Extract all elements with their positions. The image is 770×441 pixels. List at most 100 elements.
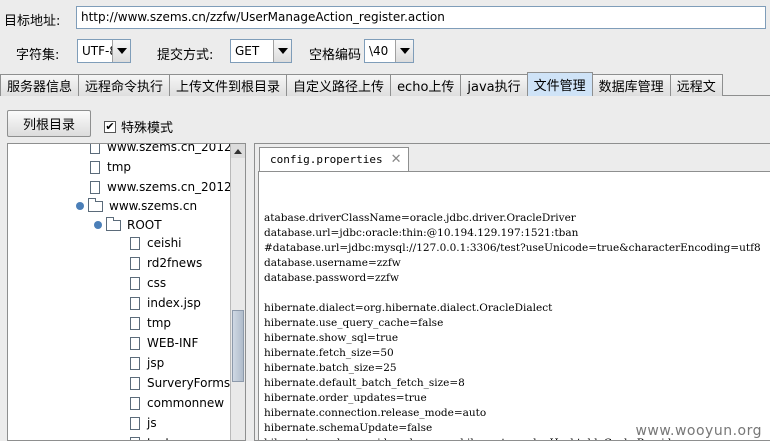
file-icon	[130, 416, 140, 430]
code-line: hibernate.connection.release_mode=auto	[264, 407, 487, 419]
target-url-label: 目标地址:	[4, 14, 61, 29]
file-icon	[90, 180, 100, 194]
tab-remote-command[interactable]: 远程命令执行	[78, 74, 171, 96]
tree-item[interactable]: test	[130, 433, 170, 440]
close-icon[interactable]: ✕	[391, 152, 402, 167]
code-line: database.username=zzfw	[264, 257, 401, 269]
tree-item-label: tmp	[107, 160, 132, 174]
space-encoding-value: \40	[369, 44, 389, 58]
tree-item-label: jsp	[147, 356, 165, 370]
chevron-down-icon[interactable]	[395, 40, 413, 62]
method-select[interactable]: GET	[230, 39, 292, 63]
tree-item[interactable]: js	[130, 413, 157, 433]
file-tree: www.szems.cn_2012 tmp www.szems.cn_20120…	[7, 143, 246, 441]
tree-scroll-thumb[interactable]	[232, 310, 244, 382]
code-line: database.password=zzfw	[264, 272, 399, 284]
editor-panel: config.properties ✕ atabase.driverClassN…	[254, 143, 770, 441]
chevron-down-icon[interactable]	[112, 40, 130, 62]
main-tabs: 服务器信息 远程命令执行 上传文件到根目录 自定义路径上传 echo上传 jav…	[0, 72, 770, 96]
tree-item-label: www.szems.cn_2012	[107, 143, 232, 154]
tree-item-label: www.szems.cn_20120	[107, 180, 240, 194]
tree-item[interactable]: SurveryForms	[130, 373, 230, 393]
tab-java-exec[interactable]: java执行	[460, 74, 528, 96]
tab-database-manager[interactable]: 数据库管理	[591, 74, 671, 96]
tree-item-label: ROOT	[127, 218, 162, 232]
code-line: hibernate.default_batch_fetch_size=8	[264, 377, 465, 389]
tree-item-label: rd2fnews	[147, 256, 203, 270]
file-icon	[130, 236, 140, 250]
special-mode-label: 特殊模式	[121, 121, 174, 136]
code-line: hibernate.order_updates=true	[264, 392, 427, 404]
tree-item-label: WEB-INF	[147, 336, 199, 350]
tree-item[interactable]: www.szems.cn_2012	[90, 143, 232, 157]
tree-expander-icon[interactable]	[76, 202, 84, 210]
file-icon	[130, 356, 140, 370]
file-icon	[130, 396, 140, 410]
tree-item-label: tmp	[147, 316, 172, 330]
tree-item[interactable]: tmp	[90, 157, 131, 177]
file-icon	[130, 436, 140, 440]
tab-upload-root[interactable]: 上传文件到根目录	[169, 74, 288, 96]
tree-item[interactable]: tmp	[130, 313, 171, 333]
file-icon	[130, 296, 140, 310]
code-line: hibernate.batch_size=25	[264, 362, 397, 374]
tree-item-label: index.jsp	[147, 296, 201, 310]
code-line: hibernate.use_query_cache=false	[264, 317, 444, 329]
watermark: www.wooyun.org	[635, 423, 762, 439]
file-icon	[90, 144, 100, 154]
tree-expander-icon[interactable]	[94, 221, 102, 229]
tree-item[interactable]: rd2fnews	[130, 253, 202, 273]
tree-item[interactable]: ROOT	[94, 215, 162, 235]
file-icon	[130, 336, 140, 350]
method-value: GET	[235, 44, 260, 58]
tree-item[interactable]: css	[130, 273, 166, 293]
scroll-up-icon[interactable]	[231, 144, 245, 158]
tree-item[interactable]: ceishi	[130, 233, 182, 253]
tab-server-info[interactable]: 服务器信息	[0, 74, 80, 96]
space-encoding-label: 空格编码	[309, 48, 362, 63]
code-line: hibernate.show_sql=true	[264, 332, 399, 344]
folder-icon	[106, 216, 121, 231]
code-line: database.url=jdbc:oracle:thin:@10.194.12…	[264, 227, 579, 239]
tree-item[interactable]: www.szems.cn_20120	[90, 177, 239, 197]
tree-item[interactable]: index.jsp	[130, 293, 201, 313]
code-line: #database.url=jdbc:mysql://127.0.0.1:330…	[264, 242, 761, 254]
file-icon	[130, 376, 140, 390]
charset-label: 字符集:	[16, 48, 60, 63]
space-encoding-select[interactable]: \40	[364, 39, 414, 63]
tree-item-label: commonnew	[147, 396, 225, 410]
tree-item-label: css	[147, 276, 167, 290]
tab-echo-upload[interactable]: echo上传	[390, 74, 462, 96]
tree-item-label: www.szems.cn	[109, 199, 198, 213]
tab-file-manager[interactable]: 文件管理	[526, 72, 593, 96]
list-root-button[interactable]: 列根目录	[7, 110, 91, 137]
target-url-input[interactable]: http://www.szems.cn/zzfw/UserManageActio…	[76, 6, 766, 29]
tree-item[interactable]: jsp	[130, 353, 164, 373]
file-content[interactable]: atabase.driverClassName=oracle.jdbc.driv…	[258, 171, 770, 441]
special-mode-checkbox[interactable]: ✔ 特殊模式	[104, 117, 173, 136]
tree-item-label: SurveryForms	[147, 376, 231, 390]
tree-item[interactable]: www.szems.cn	[76, 196, 197, 216]
tree-item[interactable]: commonnew	[130, 393, 224, 413]
file-icon	[130, 276, 140, 290]
tree-item-label: js	[147, 416, 157, 430]
checkbox-check-icon[interactable]: ✔	[104, 120, 116, 133]
method-label: 提交方式:	[157, 48, 214, 63]
file-tab-title: config.properties	[270, 153, 383, 166]
file-icon	[90, 160, 100, 174]
tree-item-label: test	[147, 436, 170, 440]
file-tab[interactable]: config.properties ✕	[259, 147, 409, 171]
code-line: hibernate.fetch_size=50	[264, 347, 394, 359]
file-icon	[130, 256, 140, 270]
code-line: atabase.driverClassName=oracle.jdbc.driv…	[264, 212, 576, 224]
charset-select[interactable]: UTF-8	[77, 39, 131, 63]
tree-item[interactable]: WEB-INF	[130, 333, 198, 353]
tab-remote-file[interactable]: 远程文	[669, 74, 723, 96]
chevron-down-icon[interactable]	[273, 40, 291, 62]
charset-value: UTF-8	[82, 44, 112, 58]
code-lines: atabase.driverClassName=oracle.jdbc.driv…	[264, 211, 770, 440]
tab-custom-path-upload[interactable]: 自定义路径上传	[286, 74, 392, 96]
tree-scrollbar[interactable]	[230, 144, 245, 440]
code-line: hibernate.dialect=org.hibernate.dialect.…	[264, 302, 553, 314]
